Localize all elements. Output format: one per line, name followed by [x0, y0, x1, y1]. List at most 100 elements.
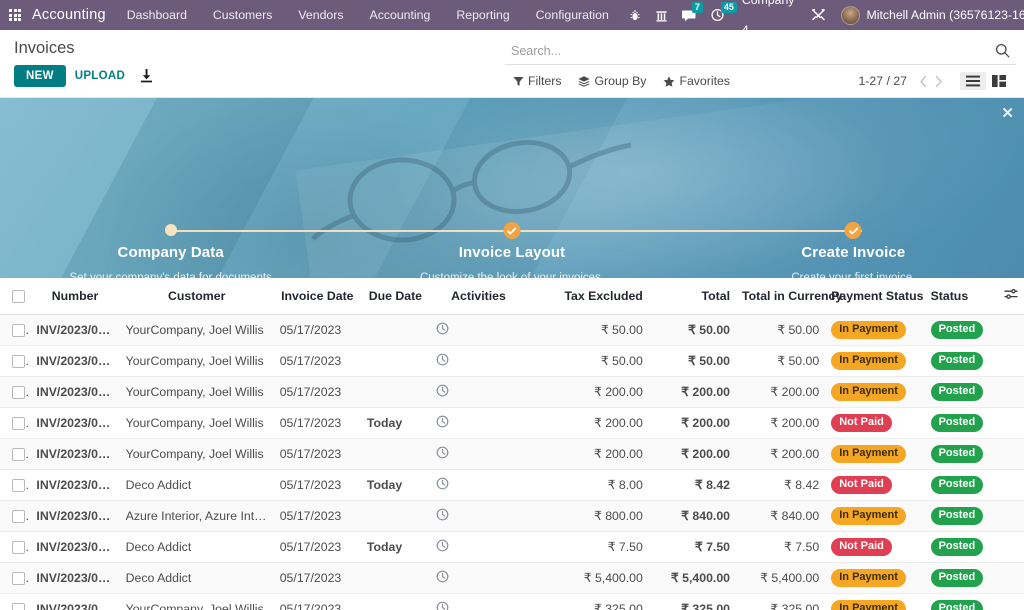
- cell-number[interactable]: INV/2023/00009: [30, 563, 119, 594]
- cell-status: Posted: [925, 501, 998, 532]
- menu-vendors[interactable]: Vendors: [285, 0, 356, 30]
- clock-icon[interactable]: [436, 539, 449, 552]
- cell-total: ₹ 50.00: [649, 315, 736, 346]
- kanban-view-icon[interactable]: [986, 72, 1012, 90]
- favorites-dropdown[interactable]: Favorites: [663, 74, 730, 88]
- upload-button[interactable]: UPLOAD: [66, 65, 134, 87]
- table-row[interactable]: INV/2023/00009Deco Addict05/17/2023₹ 5,4…: [0, 563, 1024, 594]
- table-row[interactable]: INV/2023/00013YourCompany, Joel Willis05…: [0, 439, 1024, 470]
- column-header-due-date[interactable]: Due Date: [361, 278, 430, 315]
- cell-number[interactable]: INV/2023/00008: [30, 594, 119, 610]
- step-title: Invoice Layout: [341, 244, 682, 261]
- archive-icon[interactable]: [648, 0, 675, 30]
- cell-invoice-date: 05/17/2023: [274, 408, 361, 439]
- step-description: Set your company's data for documents he…: [0, 270, 341, 278]
- column-header-payment-status[interactable]: Payment Status: [825, 278, 924, 315]
- column-header-activities[interactable]: Activities: [430, 278, 527, 315]
- row-checkbox[interactable]: [12, 603, 25, 610]
- table-row[interactable]: INV/2023/00010Deco Addict05/17/2023Today…: [0, 532, 1024, 563]
- column-header-number[interactable]: Number: [30, 278, 119, 315]
- row-checkbox[interactable]: [12, 572, 25, 585]
- cell-tax-excluded: ₹ 7.50: [527, 532, 649, 563]
- column-header-invoice-date[interactable]: Invoice Date: [274, 278, 361, 315]
- row-checkbox[interactable]: [12, 479, 25, 492]
- cell-customer: Deco Addict: [120, 470, 274, 501]
- user-menu[interactable]: Mitchell Admin (36576123-16-0-all: [833, 6, 1024, 25]
- table-row[interactable]: INV/2023/00016YourCompany, Joel Willis05…: [0, 346, 1024, 377]
- clock-icon[interactable]: [436, 446, 449, 459]
- cell-number[interactable]: INV/2023/00017: [30, 315, 119, 346]
- tools-icon[interactable]: [804, 0, 833, 30]
- table-row[interactable]: INV/2023/00011Azure Interior, Azure Inte…: [0, 501, 1024, 532]
- cell-number[interactable]: INV/2023/00015: [30, 377, 119, 408]
- column-header-total-in-currency[interactable]: Total in Currency: [736, 278, 825, 315]
- column-header-total[interactable]: Total: [649, 278, 736, 315]
- column-header-customer[interactable]: Customer: [120, 278, 274, 315]
- menu-dashboard[interactable]: Dashboard: [114, 0, 200, 30]
- row-checkbox[interactable]: [12, 541, 25, 554]
- view-switcher: [960, 72, 1012, 90]
- clock-icon[interactable]: [436, 353, 449, 366]
- cell-due-date: Today: [361, 532, 430, 563]
- cell-number[interactable]: INV/2023/00011: [30, 501, 119, 532]
- clock-icon[interactable]: [436, 415, 449, 428]
- cell-number[interactable]: INV/2023/00016: [30, 346, 119, 377]
- menu-configuration[interactable]: Configuration: [523, 0, 622, 30]
- clock-icon[interactable]: [436, 384, 449, 397]
- menu-reporting[interactable]: Reporting: [443, 0, 522, 30]
- clock-icon[interactable]: [436, 508, 449, 521]
- select-all-checkbox[interactable]: [12, 290, 25, 303]
- cell-customer: YourCompany, Joel Willis: [120, 346, 274, 377]
- row-select-cell: [0, 501, 30, 532]
- pager-previous-button[interactable]: [916, 75, 931, 88]
- cell-invoice-date: 05/17/2023: [274, 377, 361, 408]
- filters-dropdown[interactable]: Filters: [513, 74, 561, 88]
- table-row[interactable]: INV/2023/00014YourCompany, Joel Willis05…: [0, 408, 1024, 439]
- pager-next-button[interactable]: [931, 75, 946, 88]
- cell-due-date: Today: [361, 408, 430, 439]
- row-checkbox[interactable]: [12, 417, 25, 430]
- table-row[interactable]: INV/2023/00008YourCompany, Joel Willis05…: [0, 594, 1024, 610]
- company-selector[interactable]: Company 4: [732, 0, 805, 45]
- row-checkbox[interactable]: [12, 510, 25, 523]
- cell-number[interactable]: INV/2023/00014: [30, 408, 119, 439]
- column-options-icon[interactable]: [1004, 288, 1018, 300]
- list-view-icon[interactable]: [960, 72, 986, 90]
- cell-number[interactable]: INV/2023/00013: [30, 439, 119, 470]
- row-select-cell: [0, 594, 30, 610]
- cell-number[interactable]: INV/2023/00010: [30, 532, 119, 563]
- cell-options: [998, 408, 1024, 439]
- clock-icon[interactable]: [436, 322, 449, 335]
- clock-icon[interactable]: [436, 601, 449, 610]
- row-checkbox[interactable]: [12, 448, 25, 461]
- status-badge: Posted: [931, 569, 984, 587]
- new-button[interactable]: NEW: [14, 65, 66, 87]
- apps-grid-icon[interactable]: [0, 0, 30, 30]
- cell-number[interactable]: INV/2023/00012: [30, 470, 119, 501]
- column-header-status[interactable]: Status: [925, 278, 998, 315]
- table-row[interactable]: INV/2023/00012Deco Addict05/17/2023Today…: [0, 470, 1024, 501]
- search-icon[interactable]: [995, 43, 1010, 58]
- row-checkbox[interactable]: [12, 355, 25, 368]
- table-row[interactable]: INV/2023/00015YourCompany, Joel Willis05…: [0, 377, 1024, 408]
- activities-clock-icon[interactable]: 45: [704, 0, 732, 30]
- app-brand-accounting[interactable]: Accounting: [30, 7, 114, 23]
- search-input[interactable]: [511, 44, 995, 58]
- row-checkbox[interactable]: [12, 386, 25, 399]
- menu-accounting[interactable]: Accounting: [357, 0, 444, 30]
- table-row[interactable]: INV/2023/00017YourCompany, Joel Willis05…: [0, 315, 1024, 346]
- cell-total: ₹ 200.00: [649, 377, 736, 408]
- messages-icon[interactable]: 7: [675, 0, 704, 30]
- clock-icon[interactable]: [436, 477, 449, 490]
- payment-status-badge: In Payment: [831, 352, 906, 370]
- clock-icon[interactable]: [436, 570, 449, 583]
- group-by-dropdown[interactable]: Group By: [578, 74, 646, 88]
- row-checkbox[interactable]: [12, 324, 25, 337]
- cell-tax-excluded: ₹ 50.00: [527, 346, 649, 377]
- column-header-tax-excluded[interactable]: Tax Excluded: [527, 278, 649, 315]
- cell-tax-excluded: ₹ 5,400.00: [527, 563, 649, 594]
- bug-icon[interactable]: [622, 0, 648, 30]
- download-icon[interactable]: [134, 66, 159, 86]
- cell-status: Posted: [925, 346, 998, 377]
- menu-customers[interactable]: Customers: [200, 0, 285, 30]
